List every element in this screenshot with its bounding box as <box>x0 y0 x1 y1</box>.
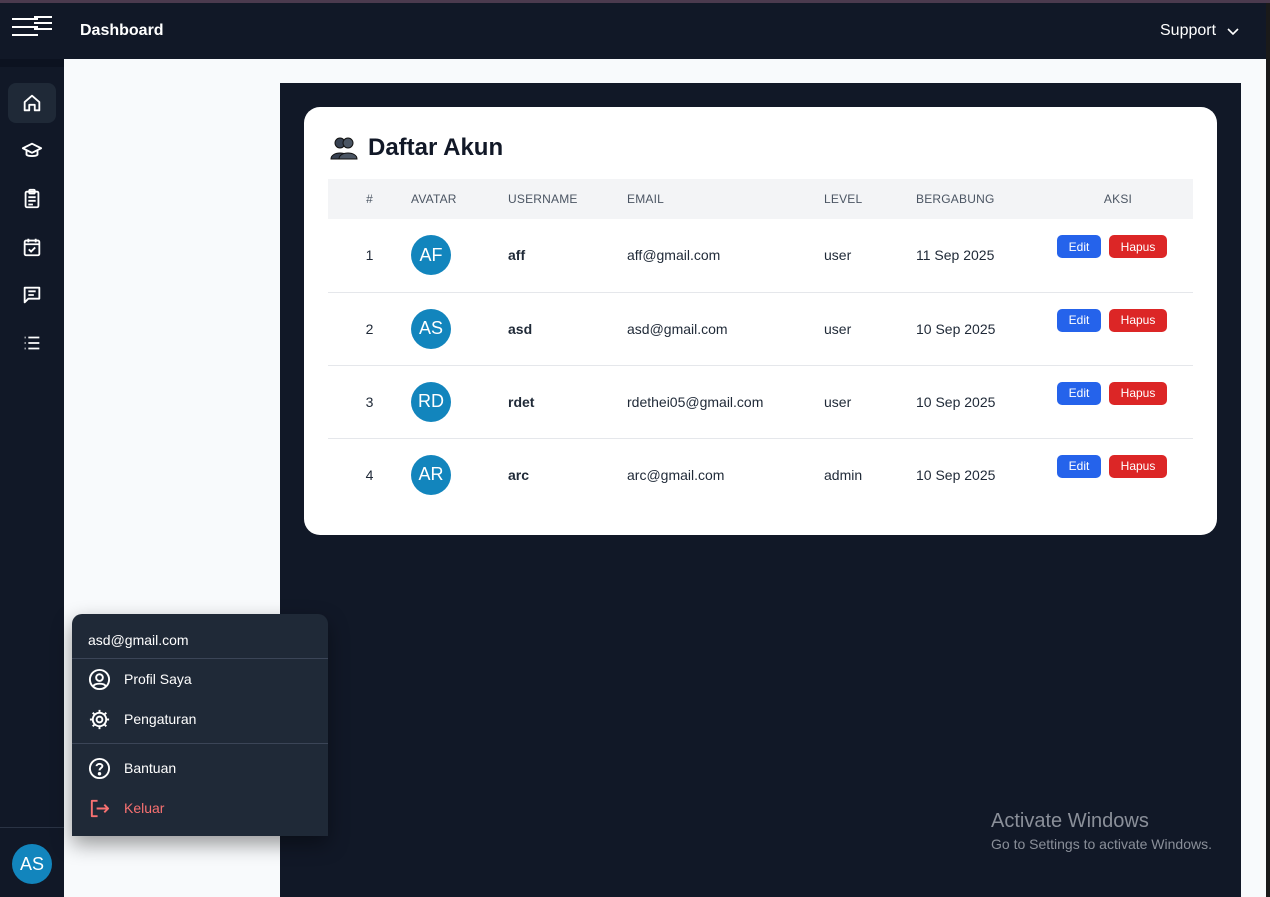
table-row: 2 AS asd asd@gmail.com user 10 Sep 2025 … <box>328 292 1193 365</box>
sidebar-item-messages[interactable] <box>8 275 56 315</box>
username-cell: asd <box>508 320 533 337</box>
row-number: 3 <box>365 393 374 410</box>
edit-button[interactable]: Edit <box>1057 381 1101 405</box>
column-header-level: LEVEL <box>824 192 863 206</box>
card-title: Daftar Akun <box>330 134 503 162</box>
column-header-joined: BERGABUNG <box>916 192 995 206</box>
menu-user-email: asd@gmail.com <box>88 632 189 648</box>
delete-button[interactable]: Hapus <box>1109 235 1167 259</box>
level-cell: user <box>824 393 852 410</box>
column-header-email: EMAIL <box>627 192 665 206</box>
chat-icon <box>23 286 41 304</box>
menu-item-logout[interactable]: Keluar <box>88 793 312 823</box>
column-header-avatar: AVATAR <box>411 192 457 206</box>
window-edge <box>1266 3 1270 897</box>
user-avatar-button[interactable]: AS <box>12 844 52 884</box>
column-header-actions: AKSI <box>1103 192 1133 206</box>
edit-button[interactable]: Edit <box>1057 454 1101 478</box>
calendar-check-icon <box>23 238 41 257</box>
sidebar-item-list[interactable] <box>8 323 56 363</box>
menu-item-profile[interactable]: Profil Saya <box>88 664 312 694</box>
joined-cell: 10 Sep 2025 <box>916 466 996 483</box>
sidebar-divider <box>0 827 64 828</box>
row-number: 2 <box>365 320 374 337</box>
logout-icon <box>90 799 110 817</box>
sidebar-item-calendar[interactable] <box>8 227 56 267</box>
avatar: AR <box>411 454 451 495</box>
table-row: 4 AR arc arc@gmail.com admin 10 Sep 2025… <box>328 438 1193 511</box>
accounts-card: Daftar Akun # AVATAR USERNAME EMAIL LEVE… <box>304 107 1217 535</box>
username-cell: rdet <box>508 393 535 410</box>
users-icon <box>330 137 358 160</box>
table-row: 3 RD rdet rdethei05@gmail.com user 10 Se… <box>328 365 1193 438</box>
menu-item-help[interactable]: Bantuan <box>88 753 312 783</box>
level-cell: admin <box>824 466 863 483</box>
menu-item-label: Keluar <box>124 800 165 816</box>
page-title: Dashboard <box>80 22 164 39</box>
clipboard-icon <box>24 188 40 209</box>
level-cell: user <box>824 320 852 337</box>
sidebar-item-assignments[interactable] <box>8 179 56 219</box>
row-number: 4 <box>365 466 374 483</box>
content-top-gap <box>280 59 1241 83</box>
delete-button[interactable]: Hapus <box>1109 308 1167 332</box>
list-icon <box>24 336 40 350</box>
sidebar-item-home[interactable] <box>8 83 56 123</box>
user-circle-icon <box>88 668 111 690</box>
watermark-subtitle: Go to Settings to activate Windows. <box>991 836 1212 852</box>
joined-cell: 11 Sep 2025 <box>916 247 995 264</box>
menu-item-label: Profil Saya <box>124 671 192 687</box>
email-cell: arc@gmail.com <box>627 466 725 483</box>
joined-cell: 10 Sep 2025 <box>916 320 996 337</box>
home-icon <box>23 94 41 112</box>
email-cell: asd@gmail.com <box>627 320 728 337</box>
avatar: AF <box>411 235 451 276</box>
menu-divider <box>72 743 328 744</box>
menu-divider <box>72 658 328 659</box>
avatar: AS <box>411 308 451 349</box>
top-bar: Dashboard Support <box>0 3 1270 59</box>
table-header-row: # AVATAR USERNAME EMAIL LEVEL BERGABUNG … <box>328 179 1193 219</box>
support-dropdown[interactable]: Support <box>1160 22 1240 40</box>
sidebar: AS <box>0 59 64 897</box>
card-title-text: Daftar Akun <box>368 134 504 161</box>
gear-icon <box>89 709 110 729</box>
accounts-table: # AVATAR USERNAME EMAIL LEVEL BERGABUNG … <box>328 179 1193 511</box>
support-label: Support <box>1160 22 1217 39</box>
username-cell: arc <box>508 466 530 483</box>
email-cell: aff@gmail.com <box>627 247 721 264</box>
level-cell: user <box>824 247 852 264</box>
menu-item-settings[interactable]: Pengaturan <box>88 704 312 734</box>
graduation-cap-icon <box>21 142 43 157</box>
column-header-username: USERNAME <box>508 192 578 206</box>
user-dropdown-menu: asd@gmail.com Profil Saya Pengaturan Ban… <box>72 614 328 836</box>
edit-button[interactable]: Edit <box>1057 308 1101 332</box>
sidebar-item-courses[interactable] <box>8 131 56 171</box>
menu-item-label: Bantuan <box>124 760 177 776</box>
help-circle-icon <box>88 757 111 779</box>
delete-button[interactable]: Hapus <box>1109 454 1167 478</box>
table-row: 1 AF aff aff@gmail.com user 11 Sep 2025 … <box>328 219 1193 292</box>
username-cell: aff <box>508 247 526 264</box>
column-header-number: # <box>366 192 373 206</box>
windows-activation-watermark: Activate Windows Go to Settings to activ… <box>991 810 1212 852</box>
delete-button[interactable]: Hapus <box>1109 381 1167 405</box>
menu-toggle-icon[interactable] <box>12 16 54 42</box>
joined-cell: 10 Sep 2025 <box>916 393 996 410</box>
chevron-down-icon <box>1227 28 1239 36</box>
menu-item-label: Pengaturan <box>124 711 197 727</box>
watermark-title: Activate Windows <box>991 810 1149 832</box>
email-cell: rdethei05@gmail.com <box>627 393 764 410</box>
row-number: 1 <box>365 247 374 264</box>
avatar: RD <box>411 381 451 422</box>
edit-button[interactable]: Edit <box>1057 235 1101 259</box>
